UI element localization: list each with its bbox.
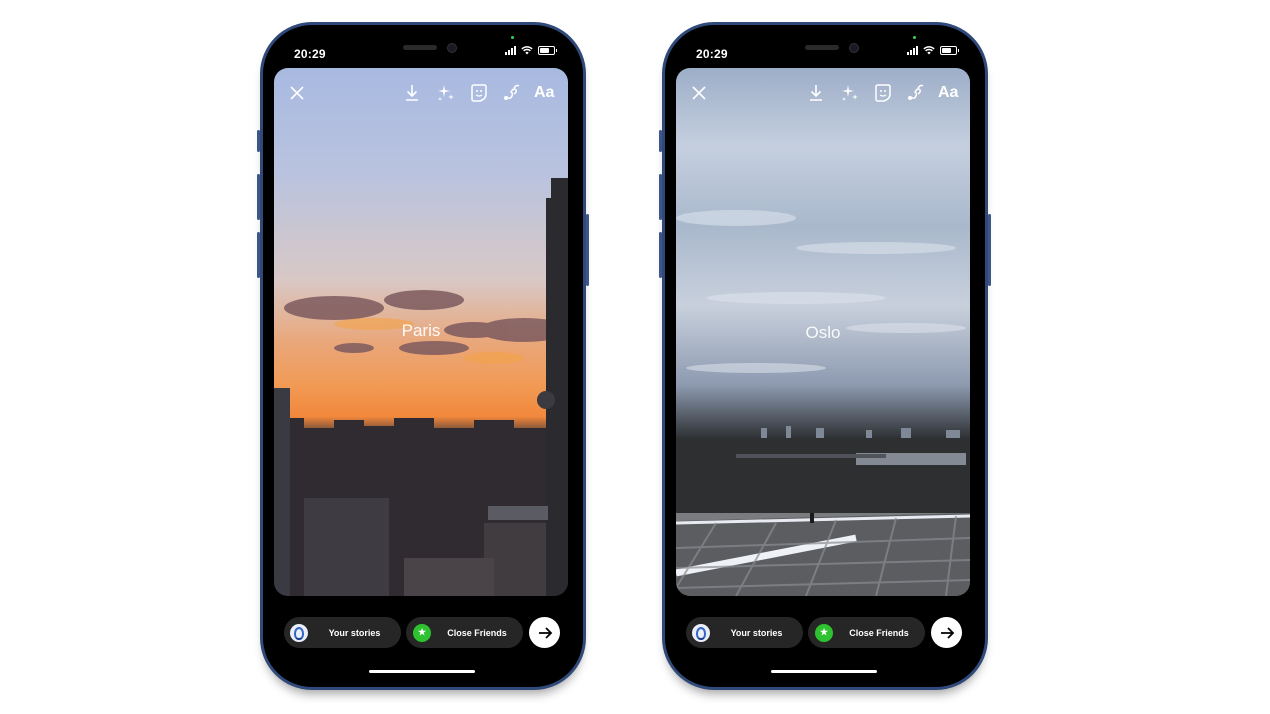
status-time: 20:29 [294, 47, 326, 61]
your-stories-label: Your stories [328, 627, 381, 638]
power-button [586, 214, 589, 286]
volume-up-button [257, 174, 260, 220]
close-icon [692, 86, 706, 100]
mute-switch [257, 130, 260, 152]
phone-bezel: 20:29 [665, 25, 985, 687]
sticker-button[interactable] [873, 82, 893, 104]
close-icon [290, 86, 304, 100]
story-preview[interactable]: Aa Paris [274, 68, 568, 596]
home-indicator[interactable] [771, 670, 877, 673]
close-button[interactable] [690, 82, 708, 104]
front-camera [849, 43, 859, 53]
battery-icon [940, 46, 959, 55]
download-button[interactable] [403, 82, 421, 104]
volume-up-button [659, 174, 662, 220]
text-tool-button[interactable]: Aa [938, 82, 958, 104]
power-button [988, 214, 991, 286]
draw-button[interactable] [906, 82, 926, 104]
volume-down-button [257, 232, 260, 278]
draw-icon [908, 84, 924, 100]
camera-indicator-dot [511, 36, 514, 39]
draw-icon [504, 84, 520, 100]
download-icon [406, 85, 418, 101]
arrow-right-icon [538, 626, 552, 639]
share-bar: Your stories ★ Close Friends [284, 617, 566, 649]
sparkles-icon [438, 85, 454, 101]
text-tool-button[interactable]: Aa [534, 82, 554, 104]
story-caption[interactable]: Oslo [676, 323, 970, 343]
story-toolbar: Aa [274, 82, 568, 104]
close-friends-button[interactable]: ★ Close Friends [406, 617, 523, 648]
story-caption[interactable]: Paris [274, 321, 568, 341]
mute-switch [659, 130, 662, 152]
avatar [692, 623, 710, 642]
avatar [290, 623, 308, 642]
sticker-icon [471, 84, 487, 102]
your-stories-button[interactable]: Your stories [284, 617, 401, 648]
signal-icon [505, 46, 516, 55]
speaker [403, 45, 437, 50]
volume-down-button [659, 232, 662, 278]
story-toolbar: Aa [676, 82, 970, 104]
phone-paris: 20:29 Aa Paris Your stories ★ Close Frie… [257, 22, 589, 690]
phone-bezel: 20:29 [263, 25, 583, 687]
home-indicator[interactable] [369, 670, 475, 673]
status-time: 20:29 [696, 47, 728, 61]
next-button[interactable] [529, 617, 560, 648]
story-preview[interactable]: Aa Oslo [676, 68, 970, 596]
your-stories-button[interactable]: Your stories [686, 617, 803, 648]
status-icons [907, 46, 959, 55]
draw-button[interactable] [502, 82, 522, 104]
star-icon: ★ [815, 623, 833, 642]
signal-icon [907, 46, 918, 55]
arrow-right-icon [940, 626, 954, 639]
download-icon [810, 85, 822, 101]
your-stories-label: Your stories [730, 627, 783, 638]
effects-button[interactable] [436, 82, 456, 104]
close-friends-label: Close Friends [849, 627, 909, 638]
wifi-icon [521, 46, 533, 55]
speaker [805, 45, 839, 50]
sticker-icon [875, 84, 891, 102]
effects-button[interactable] [840, 82, 860, 104]
phone-oslo: 20:29 Aa Oslo Your stories ★ Close Frien… [659, 22, 991, 690]
close-button[interactable] [288, 82, 306, 104]
front-camera [447, 43, 457, 53]
close-friends-label: Close Friends [447, 627, 507, 638]
sparkles-icon [842, 85, 858, 101]
sticker-button[interactable] [469, 82, 489, 104]
camera-indicator-dot [913, 36, 916, 39]
wifi-icon [923, 46, 935, 55]
status-icons [505, 46, 557, 55]
download-button[interactable] [807, 82, 825, 104]
battery-icon [538, 46, 557, 55]
next-button[interactable] [931, 617, 962, 648]
close-friends-button[interactable]: ★ Close Friends [808, 617, 925, 648]
star-icon: ★ [413, 623, 431, 642]
share-bar: Your stories ★ Close Friends [686, 617, 968, 649]
